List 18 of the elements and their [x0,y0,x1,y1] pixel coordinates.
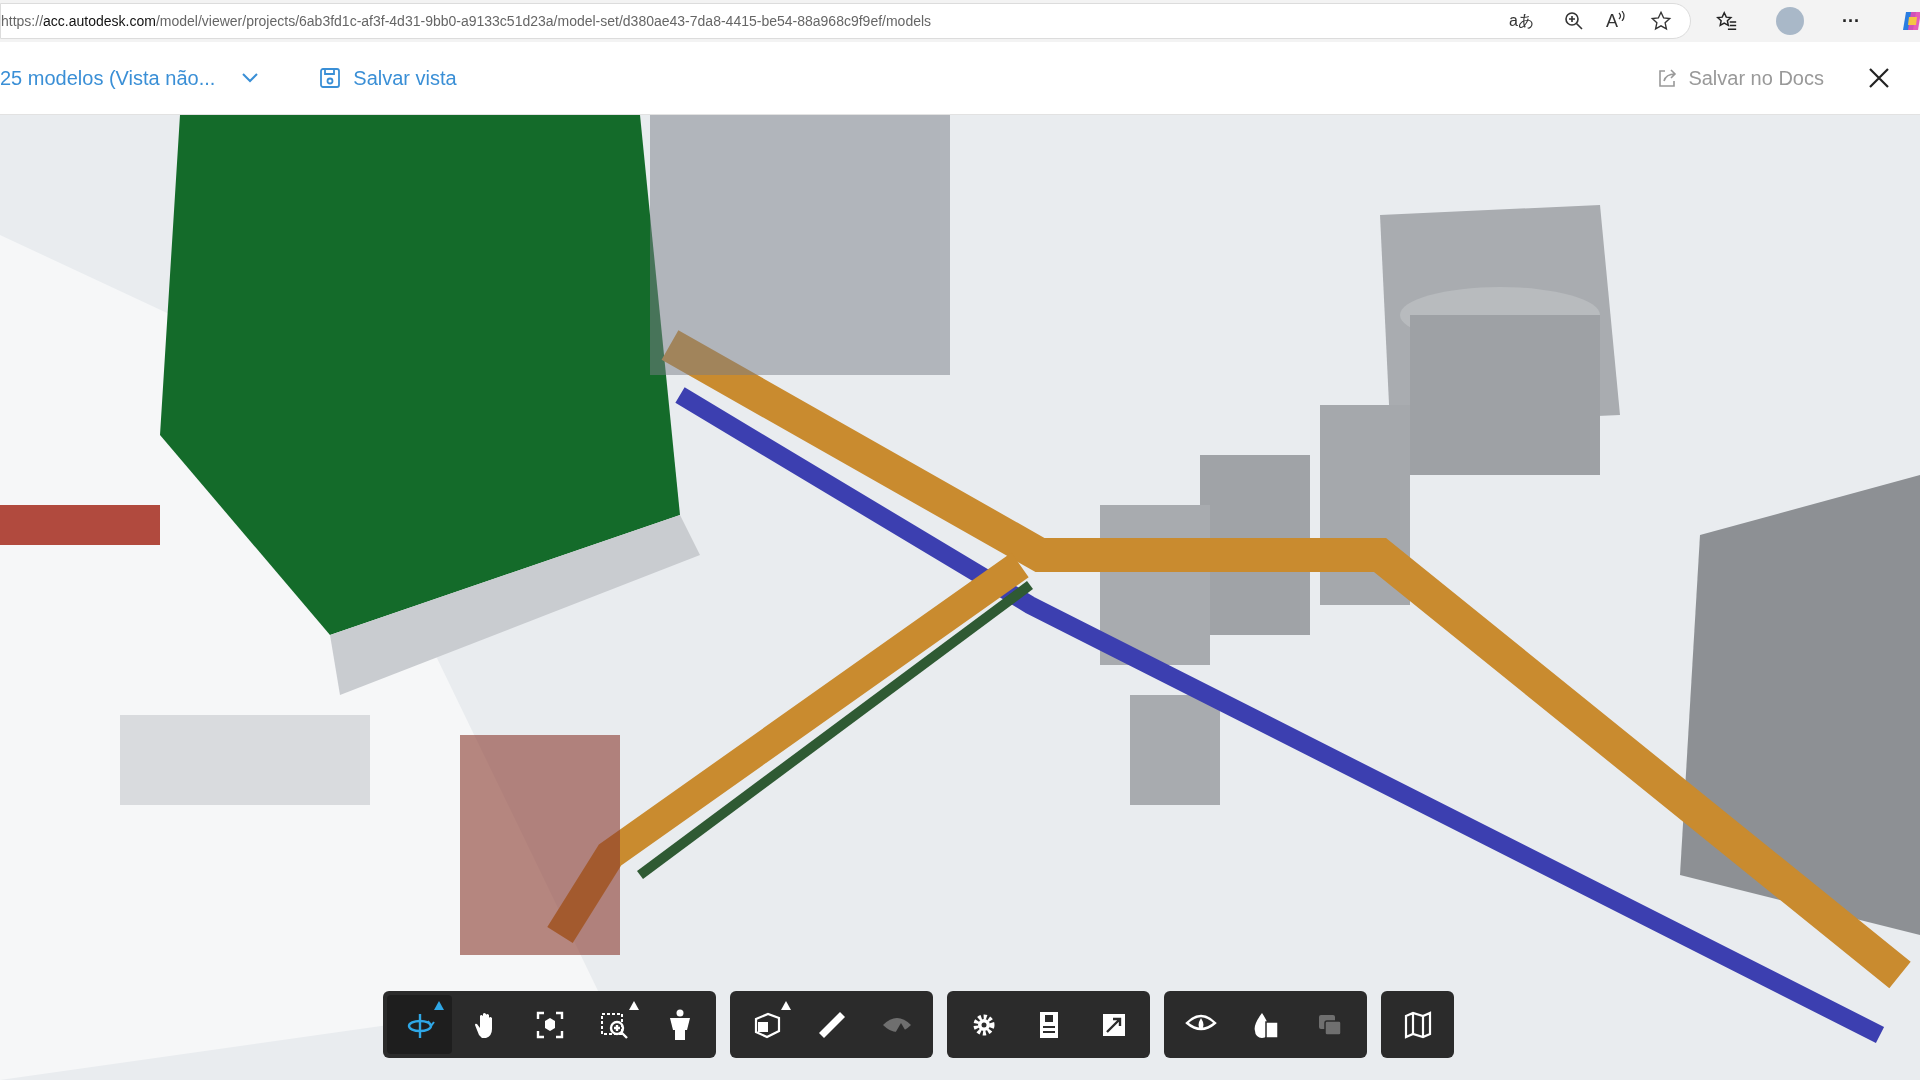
share-icon [1656,67,1679,89]
favorites-icon[interactable] [1716,10,1738,32]
save-icon [319,67,342,89]
chevron-down-icon [241,72,260,84]
close-icon[interactable] [1868,67,1890,89]
address-bar[interactable]: https://acc.autodesk.com/model/viewer/projects/6ab3fd1c-af3f-4d31-9bb0-a9133c51d23a/model-set/d380ae43-7da8-4415-be54-88a968c9f9ef/models aあ A [0,3,1691,39]
flyout-triangle-icon [781,1001,791,1010]
flyout-triangle-icon [629,1001,639,1010]
url-text: https://acc.autodesk.com/model/viewer/projects/6ab3fd1c-af3f-4d31-9bb0-a9133c51d23a/model-set/d380ae43-7da8-4415-be54-88a968c9f9ef/models [1,11,933,31]
translate-icon[interactable]: aあ [1509,9,1534,33]
save-view-button[interactable]: Salvar vista [319,63,457,93]
zoom-icon[interactable] [1564,11,1584,31]
industrial-plant-model-drawing[interactable] [0,115,1920,1080]
more-menu[interactable]: ··· [1842,7,1860,35]
flyout-triangle-icon [434,1001,444,1010]
copilot-icon[interactable] [1900,9,1920,33]
favorite-star-icon[interactable] [1650,10,1672,32]
orbit-tool-button[interactable] [387,995,452,1054]
